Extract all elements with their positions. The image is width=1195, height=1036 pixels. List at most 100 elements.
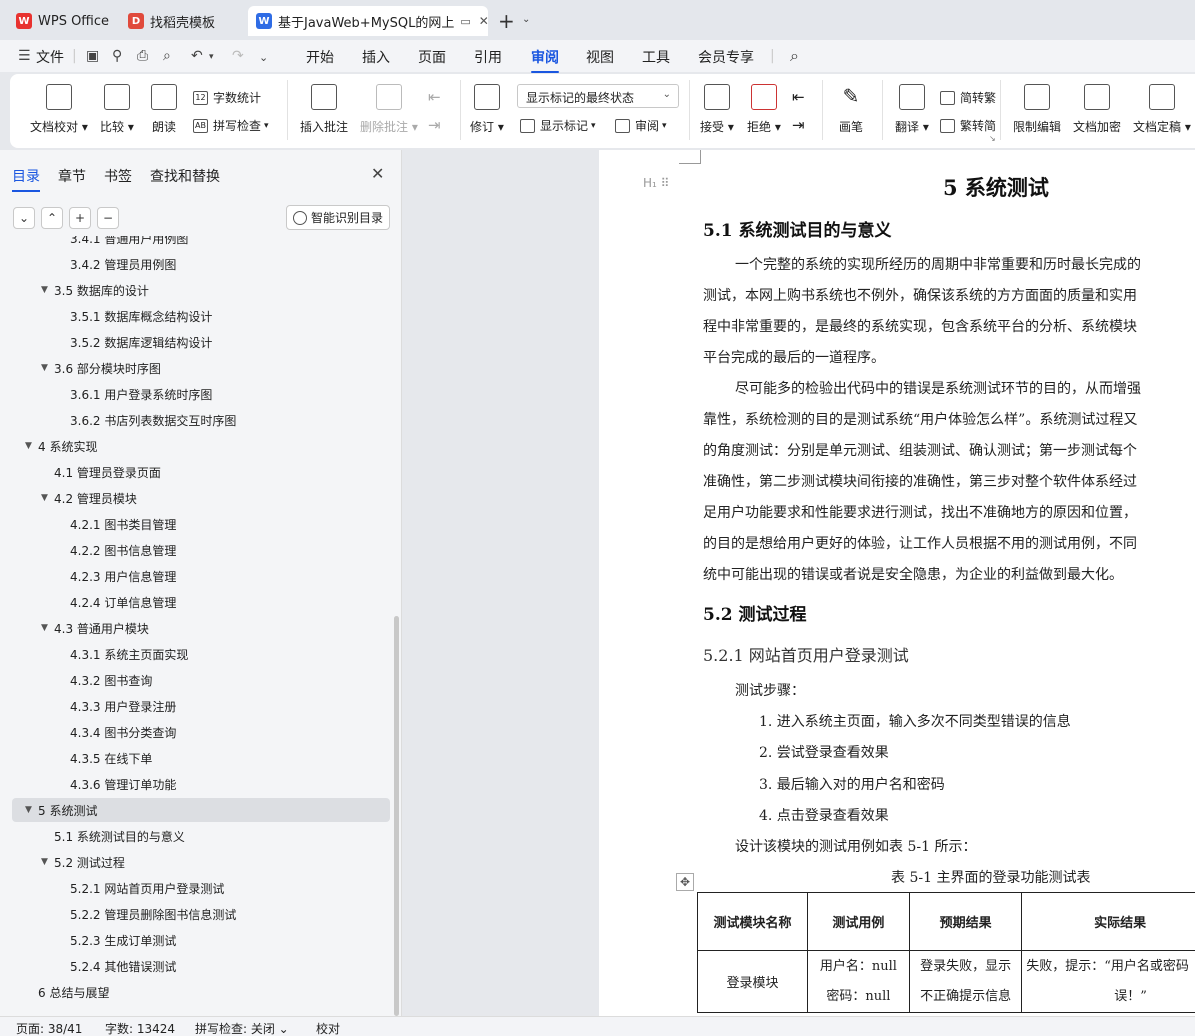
- remove-heading-icon[interactable]: −: [97, 207, 119, 229]
- nav-tab-find-replace[interactable]: 查找和替换: [150, 166, 220, 186]
- new-tab-plus-icon[interactable]: +: [498, 9, 515, 33]
- toc-item[interactable]: 5.2.4 其他错误测试: [12, 954, 390, 978]
- encrypt-button[interactable]: 文档加密: [1073, 84, 1121, 135]
- toc-item[interactable]: 6 总结与展望: [12, 980, 390, 1004]
- document-page[interactable]: H₁ ⠿ 5 系统测试 5.1 系统测试目的与意义 一个完整的系统的实现所经历的…: [599, 150, 1195, 1016]
- undo-dropdown-icon[interactable]: ▾: [209, 52, 214, 62]
- toc-item[interactable]: 4.3.2 图书查询: [12, 668, 390, 692]
- toc-item[interactable]: 3.6.2 书店列表数据交互时序图: [12, 408, 390, 432]
- accept-button[interactable]: 接受 ▾: [700, 84, 734, 135]
- close-icon[interactable]: ✕: [371, 164, 384, 183]
- finalize-button[interactable]: 文档定稿 ▾: [1133, 84, 1191, 135]
- pen-button[interactable]: ✎ 画笔: [838, 84, 864, 135]
- next-comment-icon[interactable]: ⇥: [428, 116, 441, 134]
- prev-change-icon[interactable]: ⇤: [792, 88, 805, 106]
- toc-item[interactable]: ▼ 4 系统实现: [12, 434, 390, 458]
- to-simplified-button[interactable]: 繁转简: [940, 117, 996, 134]
- doc-check-button[interactable]: 文档校对 ▾: [30, 84, 88, 135]
- undo-icon[interactable]: ↶: [191, 48, 203, 64]
- to-traditional-button[interactable]: 简转繁: [940, 89, 996, 106]
- toc-expand-arrow-icon[interactable]: ▼: [41, 623, 48, 633]
- spell-check-status[interactable]: 拼写检查: 关闭 ⌄: [195, 1020, 289, 1036]
- nav-tab-sections[interactable]: 章节: [58, 166, 86, 186]
- toc-item[interactable]: 4.3.1 系统主页面实现: [12, 642, 390, 666]
- toc-item[interactable]: 3.4.1 普通用户用例图: [12, 236, 390, 250]
- toc-item[interactable]: ▼ 4.2 管理员模块: [12, 486, 390, 510]
- tab-wps-office[interactable]: W WPS Office: [8, 6, 118, 36]
- show-markup-button[interactable]: 显示标记 ▾: [520, 117, 596, 134]
- delete-comment-button[interactable]: 删除批注 ▾: [360, 84, 418, 135]
- word-count-status[interactable]: 字数: 13424: [105, 1020, 175, 1036]
- insert-comment-button[interactable]: 插入批注: [300, 84, 348, 135]
- expand-chevron-up-icon[interactable]: ⌃: [41, 207, 63, 229]
- toc-expand-arrow-icon[interactable]: ▼: [25, 805, 32, 815]
- redo-icon[interactable]: ↷: [232, 48, 244, 64]
- toc-item[interactable]: ▼ 3.5 数据库的设计: [12, 278, 390, 302]
- toc-expand-arrow-icon[interactable]: ▼: [41, 493, 48, 503]
- toc-item[interactable]: 5.2.1 网站首页用户登录测试: [12, 876, 390, 900]
- tab-docer-templates[interactable]: D 找稻壳模板: [120, 6, 244, 36]
- toc-item[interactable]: 4.3.5 在线下单: [12, 746, 390, 770]
- word-count-button[interactable]: 12 字数统计: [193, 89, 261, 106]
- menu-references[interactable]: 引用: [474, 47, 502, 67]
- review-pane-button[interactable]: 审阅 ▾: [615, 117, 667, 134]
- revise-button[interactable]: 修订 ▾: [470, 84, 504, 135]
- spell-check-button[interactable]: AB 拼写检查 ▾: [193, 117, 269, 134]
- print-icon[interactable]: ⎙: [137, 48, 148, 64]
- table-move-handle-icon[interactable]: ✥: [676, 873, 694, 891]
- toc-item[interactable]: 4.3.4 图书分类查询: [12, 720, 390, 744]
- toc-item[interactable]: 4.2.1 图书类目管理: [12, 512, 390, 536]
- toc-item[interactable]: ▼ 4.3 普通用户模块: [12, 616, 390, 640]
- toc-item[interactable]: 4.3.6 管理订单功能: [12, 772, 390, 796]
- toc-item[interactable]: 4.2.2 图书信息管理: [12, 538, 390, 562]
- add-heading-icon[interactable]: +: [69, 207, 91, 229]
- toc-item[interactable]: 4.2.4 订单信息管理: [12, 590, 390, 614]
- search-icon[interactable]: ⌕: [790, 46, 799, 66]
- toc-item[interactable]: ▼ 5.2 测试过程: [12, 850, 390, 874]
- reject-button[interactable]: 拒绝 ▾: [747, 84, 781, 135]
- save-icon[interactable]: ▣: [86, 48, 99, 64]
- menu-home[interactable]: 开始: [306, 47, 334, 67]
- toc-expand-arrow-icon[interactable]: ▼: [25, 441, 32, 451]
- toc-expand-arrow-icon[interactable]: ▼: [41, 363, 48, 373]
- read-aloud-button[interactable]: 朗读: [151, 84, 177, 135]
- next-change-icon[interactable]: ⇥: [792, 116, 805, 134]
- print-preview-icon[interactable]: ⌕: [163, 48, 171, 64]
- toc-item[interactable]: 5.2.3 生成订单测试: [12, 928, 390, 952]
- prev-comment-icon[interactable]: ⇤: [428, 88, 441, 106]
- nav-scrollbar[interactable]: [394, 616, 399, 1016]
- markup-state-select[interactable]: 显示标记的最终状态 ⌄: [517, 84, 679, 108]
- toc-item[interactable]: 4.2.3 用户信息管理: [12, 564, 390, 588]
- menu-review[interactable]: 审阅: [531, 47, 559, 73]
- toc-expand-arrow-icon[interactable]: ▼: [41, 285, 48, 295]
- toc-item[interactable]: 3.5.1 数据库概念结构设计: [12, 304, 390, 328]
- toc-item[interactable]: 3.4.2 管理员用例图: [12, 252, 390, 276]
- menu-tools[interactable]: 工具: [642, 47, 670, 67]
- proofread-status[interactable]: 校对: [316, 1020, 340, 1036]
- more-chevron-icon[interactable]: ⌄: [259, 51, 268, 64]
- toc-item[interactable]: 3.6.1 用户登录系统时序图: [12, 382, 390, 406]
- translate-button[interactable]: 翻译 ▾: [895, 84, 929, 135]
- toc-item[interactable]: 4.3.3 用户登录注册: [12, 694, 390, 718]
- menu-member[interactable]: 会员专享: [698, 47, 754, 67]
- nav-tab-bookmarks[interactable]: 书签: [104, 166, 132, 186]
- chevron-down-icon[interactable]: ⌄: [522, 14, 530, 25]
- nav-tab-toc[interactable]: 目录: [12, 166, 40, 192]
- expand-group-icon[interactable]: ↘: [989, 134, 996, 143]
- toc-expand-arrow-icon[interactable]: ▼: [41, 857, 48, 867]
- toc-item[interactable]: 5.1 系统测试目的与意义: [12, 824, 390, 848]
- menu-file[interactable]: 文件: [36, 47, 64, 67]
- menu-view[interactable]: 视图: [586, 47, 614, 67]
- smart-toc-button[interactable]: 智能识别目录: [286, 205, 390, 230]
- close-icon[interactable]: ✕: [479, 14, 488, 28]
- toc-item[interactable]: 4.1 管理员登录页面: [12, 460, 390, 484]
- page-indicator[interactable]: 页面: 38/41: [16, 1020, 82, 1036]
- toc-item[interactable]: 3.5.2 数据库逻辑结构设计: [12, 330, 390, 354]
- toc-item[interactable]: ▼ 5 系统测试: [12, 798, 390, 822]
- tab-current-document[interactable]: W 基于JavaWeb+MySQL的网上 ▭ ✕: [248, 6, 488, 36]
- collapse-chevron-down-icon[interactable]: ⌄: [13, 207, 35, 229]
- compare-button[interactable]: 比较 ▾: [100, 84, 134, 135]
- restrict-edit-button[interactable]: 限制编辑: [1013, 84, 1061, 135]
- share-icon[interactable]: ⚲: [112, 48, 122, 64]
- toc-item[interactable]: ▼ 3.6 部分模块时序图: [12, 356, 390, 380]
